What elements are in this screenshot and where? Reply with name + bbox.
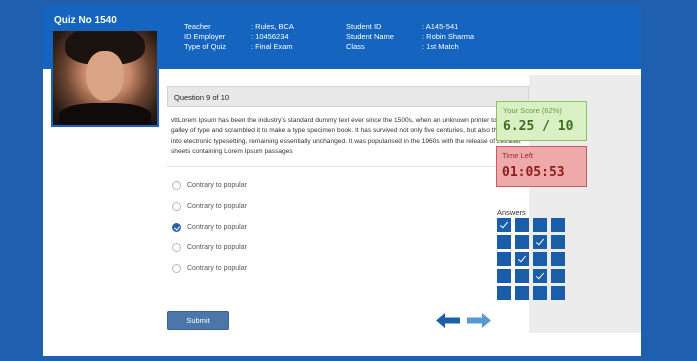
option-label: Contrary to popular bbox=[187, 203, 247, 210]
class-label: Class bbox=[346, 42, 365, 51]
option-label: Contrary to popular bbox=[187, 244, 247, 251]
answer-cell-q7[interactable] bbox=[533, 235, 547, 249]
student-id-value: : A145-541 bbox=[422, 22, 459, 31]
teacher-label: Teacher bbox=[184, 22, 211, 31]
answer-option-4[interactable]: Contrary to popular bbox=[172, 243, 247, 252]
answer-option-1[interactable]: Contrary to popular bbox=[172, 181, 247, 190]
answer-cell-q8[interactable] bbox=[551, 235, 565, 249]
score-box: Your Score (62%) 6.25 / 10 bbox=[496, 101, 587, 141]
radio-button[interactable] bbox=[172, 202, 181, 211]
answer-cell-q12[interactable] bbox=[551, 252, 565, 266]
time-left-label: Time Left bbox=[502, 151, 533, 160]
class-value: : 1st Match bbox=[422, 42, 459, 51]
option-label: Contrary to popular bbox=[187, 265, 247, 272]
teacher-value: : Rules, BCA bbox=[251, 22, 294, 31]
student-photo bbox=[51, 29, 159, 127]
arrow-right-icon[interactable] bbox=[467, 313, 491, 328]
quiz-type-value: : Final Exam bbox=[251, 42, 293, 51]
answer-cell-q3[interactable] bbox=[533, 218, 547, 232]
quiz-title: Quiz No 1540 bbox=[54, 15, 117, 26]
time-left-value: 01:05:53 bbox=[502, 165, 565, 180]
answer-cell-q6[interactable] bbox=[515, 235, 529, 249]
employer-id-value: : 10456234 bbox=[251, 32, 289, 41]
question-text: vttLorem Ipsum has been the industry's s… bbox=[171, 117, 521, 156]
answers-grid bbox=[497, 218, 569, 300]
answer-cell-q16[interactable] bbox=[551, 269, 565, 283]
answer-cell-q1[interactable] bbox=[497, 218, 511, 232]
timer-box: Time Left 01:05:53 bbox=[496, 146, 587, 187]
option-label: Contrary to popular bbox=[187, 182, 247, 189]
answer-cell-q2[interactable] bbox=[515, 218, 529, 232]
answer-cell-q5[interactable] bbox=[497, 235, 511, 249]
question-heading: Question 9 of 10 bbox=[167, 86, 529, 107]
score-label: Your Score (62%) bbox=[503, 106, 562, 115]
student-name-value: : Robin Sharma bbox=[422, 32, 475, 41]
photo-face bbox=[86, 51, 124, 101]
answer-cell-q13[interactable] bbox=[497, 269, 511, 283]
submit-button[interactable]: Submit bbox=[167, 311, 229, 330]
student-name-label: Student Name bbox=[346, 32, 394, 41]
quiz-type-label: Type of Quiz bbox=[184, 42, 227, 51]
answer-cell-q4[interactable] bbox=[551, 218, 565, 232]
photo-shirt bbox=[59, 103, 151, 125]
divider bbox=[167, 166, 529, 167]
radio-button[interactable] bbox=[172, 264, 181, 273]
radio-button-selected[interactable] bbox=[172, 223, 181, 232]
answer-cell-q18[interactable] bbox=[515, 286, 529, 300]
answer-cell-q9[interactable] bbox=[497, 252, 511, 266]
answer-option-3[interactable]: Contrary to popular bbox=[172, 223, 247, 232]
score-value: 6.25 / 10 bbox=[503, 119, 574, 134]
radio-button[interactable] bbox=[172, 243, 181, 252]
arrow-left-icon[interactable] bbox=[436, 313, 460, 328]
student-info: Student ID : A145-541 Student Name : Robin… bbox=[346, 22, 474, 52]
answer-option-5[interactable]: Contrary to popular bbox=[172, 264, 247, 273]
radio-button[interactable] bbox=[172, 181, 181, 190]
answer-cell-q15[interactable] bbox=[533, 269, 547, 283]
answer-cell-q17[interactable] bbox=[497, 286, 511, 300]
answer-cell-q20[interactable] bbox=[551, 286, 565, 300]
teacher-info: Teacher : Rules, BCA ID Employer : 1045623… bbox=[184, 22, 294, 52]
employer-id-label: ID Employer bbox=[184, 32, 226, 41]
student-id-label: Student ID bbox=[346, 22, 382, 31]
answer-cell-q19[interactable] bbox=[533, 286, 547, 300]
answer-cell-q14[interactable] bbox=[515, 269, 529, 283]
option-label: Contrary to popular bbox=[187, 224, 247, 231]
answer-cell-q11[interactable] bbox=[533, 252, 547, 266]
answer-cell-q10[interactable] bbox=[515, 252, 529, 266]
answers-label: Answers bbox=[497, 208, 526, 217]
answer-option-2[interactable]: Contrary to popular bbox=[172, 202, 247, 211]
